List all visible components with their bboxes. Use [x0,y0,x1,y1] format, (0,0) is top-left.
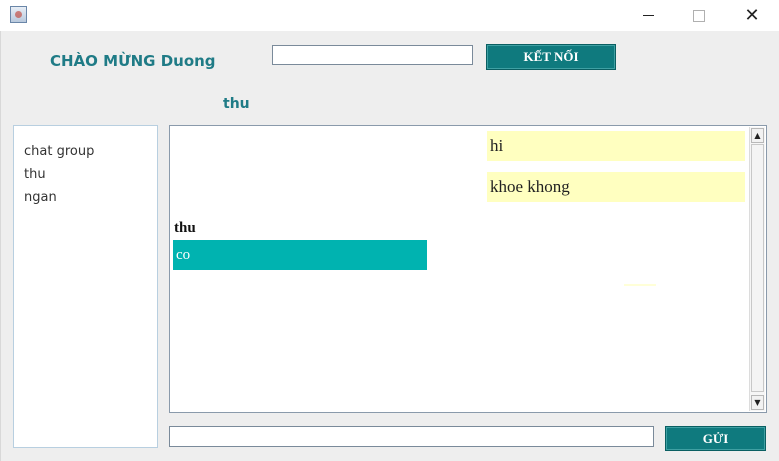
welcome-label: CHÀO MỪNG Duong [50,52,216,70]
message-input[interactable] [169,426,654,447]
close-button[interactable]: ✕ [729,0,775,31]
title-bar: ✕ [0,0,779,31]
incoming-message: co [173,240,427,270]
user-list-item-ngan[interactable]: ngan [14,186,157,209]
user-list: chat group thu ngan [13,125,158,448]
send-button[interactable]: GỬI [665,426,766,451]
server-address-input[interactable] [272,45,473,65]
scroll-down-arrow-icon[interactable]: ▼ [751,395,764,410]
outgoing-message: khoe khong [487,172,745,202]
scrollbar-track[interactable] [751,144,764,392]
maximize-button[interactable] [676,0,722,31]
java-app-icon [10,6,27,23]
close-icon: ✕ [744,5,760,26]
minimize-button[interactable] [625,0,671,31]
user-list-item-thu[interactable]: thu [14,163,157,186]
scroll-up-arrow-icon[interactable]: ▲ [751,128,764,143]
chat-scrollbar[interactable]: ▲ ▼ [749,127,765,411]
user-list-item-chat-group[interactable]: chat group [14,140,157,163]
minimize-icon [642,14,654,17]
maximize-icon [693,9,705,22]
current-chat-title: thu [223,96,250,112]
chat-history-pane[interactable]: hi khoe khong thu co ▲ ▼ [169,125,767,413]
outgoing-message: hi [487,131,745,161]
incoming-sender-name: thu [174,220,196,236]
empty-message-stub [624,284,656,286]
connect-button[interactable]: KẾT NỐI [486,44,616,70]
